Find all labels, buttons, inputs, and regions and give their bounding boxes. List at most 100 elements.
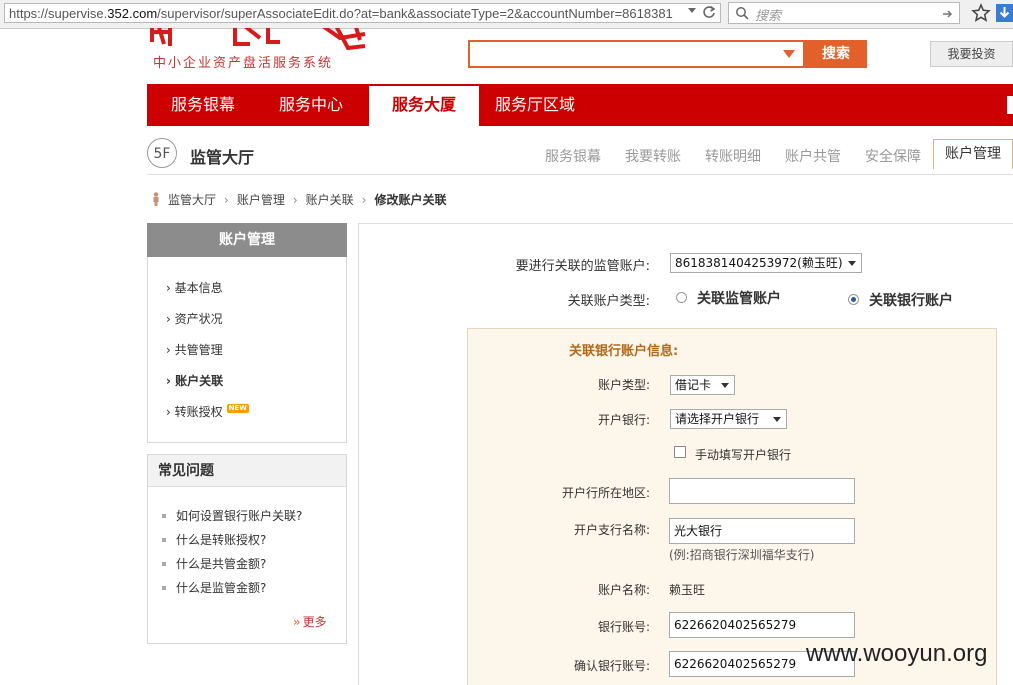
chevron-right-icon: ›	[166, 405, 175, 419]
download-icon[interactable]	[996, 4, 1013, 25]
url-rest: /supervisor/superAssociateEdit.do?at=ban…	[157, 6, 673, 21]
faq-item-label: 什么是监管金额?	[176, 581, 267, 595]
account-name-label: 账户名称:	[597, 583, 650, 597]
search-go-icon[interactable]	[943, 10, 953, 18]
radio-bank-account-label[interactable]: 关联银行账户	[869, 290, 953, 310]
url-domain: 352.com	[107, 6, 158, 21]
faq-item[interactable]: 什么是共管金额?	[162, 555, 266, 572]
subnav-item-account-comanage[interactable]: 账户共管	[785, 146, 841, 166]
more-label: 更多	[302, 615, 327, 629]
double-chevron-icon: ››	[293, 615, 300, 629]
supervise-account-value: 8618381404253972(赖玉旺)	[675, 256, 843, 270]
site-logo[interactable]	[150, 28, 370, 50]
manual-bank-checkbox[interactable]	[674, 446, 686, 458]
chevron-right-icon: ›	[166, 343, 175, 357]
subnav-item-transfer-detail[interactable]: 转账明细	[705, 146, 761, 166]
faq-item[interactable]: 什么是监管金额?	[162, 579, 266, 596]
search-icon	[736, 7, 749, 20]
sidebar-item-account-link[interactable]: › 账户关联	[166, 372, 223, 389]
floor-title: 监管大厅	[190, 148, 255, 167]
faq-item-label: 什么是转账授权?	[176, 533, 267, 547]
supervise-account-select[interactable]: 8618381404253972(赖玉旺)	[670, 253, 862, 273]
nav-item-service-building[interactable]: 服务大厦	[369, 84, 479, 126]
sidebar-title: 账户管理	[147, 223, 347, 257]
sidebar-item-label: 转账授权	[174, 405, 223, 419]
breadcrumb-item[interactable]: 账户管理	[237, 193, 285, 207]
sidebar-item-label: 共管管理	[174, 343, 223, 357]
branch-hint: (例:招商银行深圳福华支行)	[669, 548, 815, 562]
radio-supervise-account[interactable]	[676, 292, 687, 303]
person-icon	[153, 192, 159, 206]
panel-title: 关联银行账户信息:	[569, 344, 679, 359]
nav-expand-icon[interactable]	[1007, 96, 1013, 114]
open-bank-label: 开户银行:	[597, 413, 650, 427]
sidebar-item-assets[interactable]: › 资产状况	[166, 310, 223, 327]
subnav-item-account-management[interactable]: 账户管理	[933, 139, 1013, 169]
sidebar-item-label: 基本信息	[174, 281, 223, 295]
nav-item-service-screen[interactable]: 服务银幕	[155, 84, 251, 126]
bullet-icon	[162, 562, 166, 566]
faq-item[interactable]: 如何设置银行账户关联?	[162, 507, 302, 524]
site-search-input[interactable]	[468, 40, 805, 68]
watermark: www.wooyun.org	[806, 640, 988, 667]
breadcrumb-item[interactable]: 监管大厅	[168, 193, 216, 207]
chevron-right-icon: ›	[361, 193, 367, 207]
faq-item-label: 什么是共管金额?	[176, 557, 267, 571]
faq-item-label: 如何设置银行账户关联?	[176, 509, 303, 523]
open-bank-value: 请选择开户银行	[675, 412, 760, 426]
sidebar-item-label: 账户关联	[175, 374, 224, 388]
bookmark-star-icon[interactable]	[971, 3, 991, 26]
manual-bank-label[interactable]: 手动填写开户银行	[695, 446, 791, 463]
main-nav: 服务银幕 服务中心 服务大厦 服务厅区域	[147, 84, 1013, 126]
site-search-button[interactable]: 搜索	[805, 40, 867, 68]
nav-item-service-hall-area[interactable]: 服务厅区域	[487, 84, 583, 126]
supervise-account-label: 要进行关联的监管账户:	[515, 259, 650, 274]
radio-supervise-account-label[interactable]: 关联监管账户	[697, 288, 781, 308]
sidebar-item-basic-info[interactable]: › 基本信息	[166, 279, 223, 296]
chevron-down-icon	[773, 417, 781, 422]
faq-title: 常见问题	[148, 455, 346, 487]
region-input[interactable]	[669, 478, 855, 504]
account-name-value: 赖玉旺	[669, 583, 706, 597]
browser-search-field[interactable]: 搜索	[728, 2, 960, 24]
account-type-label: 账户类型:	[597, 378, 650, 392]
chevron-right-icon: ›	[224, 193, 229, 207]
nav-item-service-center[interactable]: 服务中心	[263, 84, 359, 126]
bullet-icon	[162, 514, 166, 518]
subnav-item-security[interactable]: 安全保障	[865, 146, 921, 166]
bullet-icon	[162, 538, 166, 542]
radio-bank-account[interactable]	[848, 294, 859, 305]
assoc-type-label: 关联账户类型:	[567, 294, 650, 309]
chevron-right-icon: ›	[292, 193, 298, 207]
account-type-select[interactable]: 借记卡	[670, 375, 735, 395]
logo-subtitle: 中小企业资产盘活服务系统	[153, 56, 334, 71]
invest-button[interactable]: 我要投资	[930, 41, 1013, 67]
chevron-right-icon: ›	[166, 374, 176, 388]
faq-more-link[interactable]: ›› 更多	[293, 613, 327, 630]
breadcrumb-item[interactable]: 账户关联	[306, 193, 354, 207]
dropdown-arrow-icon[interactable]	[688, 8, 696, 13]
chevron-right-icon: ›	[166, 281, 175, 295]
chevron-down-icon	[848, 261, 856, 266]
floor-badge: 5F	[147, 138, 177, 168]
bank-account-input[interactable]: 6226620402565279	[669, 612, 855, 638]
sidebar-item-label: 资产状况	[174, 312, 223, 326]
search-category-dropdown-icon[interactable]	[783, 50, 795, 58]
breadcrumb-current: 修改账户关联	[374, 193, 447, 207]
address-bar[interactable]: https://supervise.352.com/supervisor/sup…	[4, 3, 721, 23]
divider	[147, 174, 1013, 175]
open-bank-select[interactable]: 请选择开户银行	[670, 409, 787, 429]
subnav-item-service-screen[interactable]: 服务银幕	[545, 146, 601, 166]
bullet-icon	[162, 586, 166, 590]
faq-item[interactable]: 什么是转账授权?	[162, 531, 266, 548]
sidebar-item-transfer-auth[interactable]: › 转账授权 NEW	[166, 403, 250, 420]
subnav-item-transfer[interactable]: 我要转账	[625, 146, 681, 166]
search-placeholder: 搜索	[755, 8, 782, 23]
url-prefix: https://supervise.	[9, 6, 108, 21]
sidebar-item-comanage[interactable]: › 共管管理	[166, 341, 223, 358]
confirm-account-label: 确认银行账号:	[573, 659, 650, 673]
branch-input[interactable]: 光大银行	[669, 518, 855, 544]
bank-account-label: 银行账号:	[597, 620, 650, 634]
reload-icon[interactable]	[702, 5, 716, 22]
account-type-value: 借记卡	[675, 378, 712, 392]
